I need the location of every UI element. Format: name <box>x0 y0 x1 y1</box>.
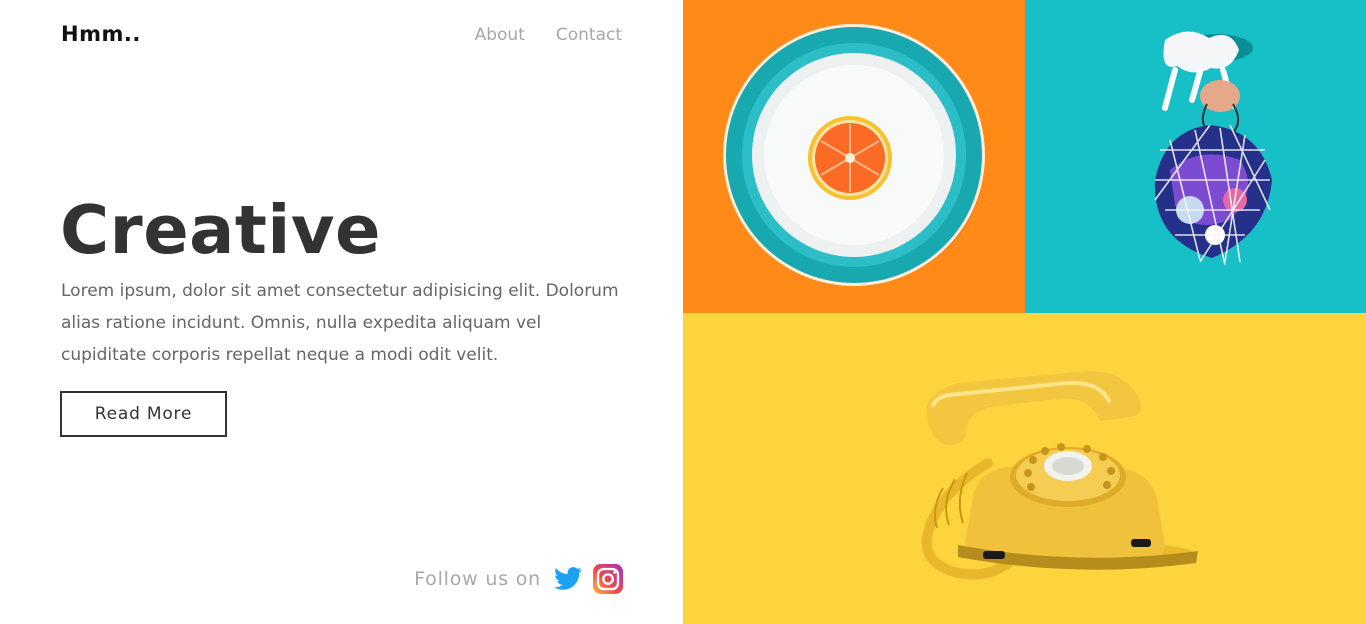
read-more-button[interactable]: Read More <box>60 391 227 437</box>
social-follow: Follow us on <box>414 564 623 594</box>
hero-title: Creative <box>60 191 381 269</box>
mesh-bag-photo <box>1025 0 1366 313</box>
gallery <box>683 0 1366 624</box>
nav-about[interactable]: About <box>475 25 525 45</box>
instagram-icon[interactable] <box>593 564 623 594</box>
nav-contact[interactable]: Contact <box>556 25 622 45</box>
top-nav: About Contact <box>475 25 622 45</box>
twitter-icon[interactable] <box>553 564 583 594</box>
hero-description: Lorem ipsum, dolor sit amet consectetur … <box>61 281 619 365</box>
left-panel: Hmm.. About Contact Creative Lorem ipsum… <box>0 0 683 624</box>
yellow-telephone-photo <box>683 313 1366 624</box>
orange-plate-photo <box>683 0 1025 313</box>
logo[interactable]: Hmm.. <box>61 22 141 46</box>
follow-label: Follow us on <box>414 568 541 590</box>
